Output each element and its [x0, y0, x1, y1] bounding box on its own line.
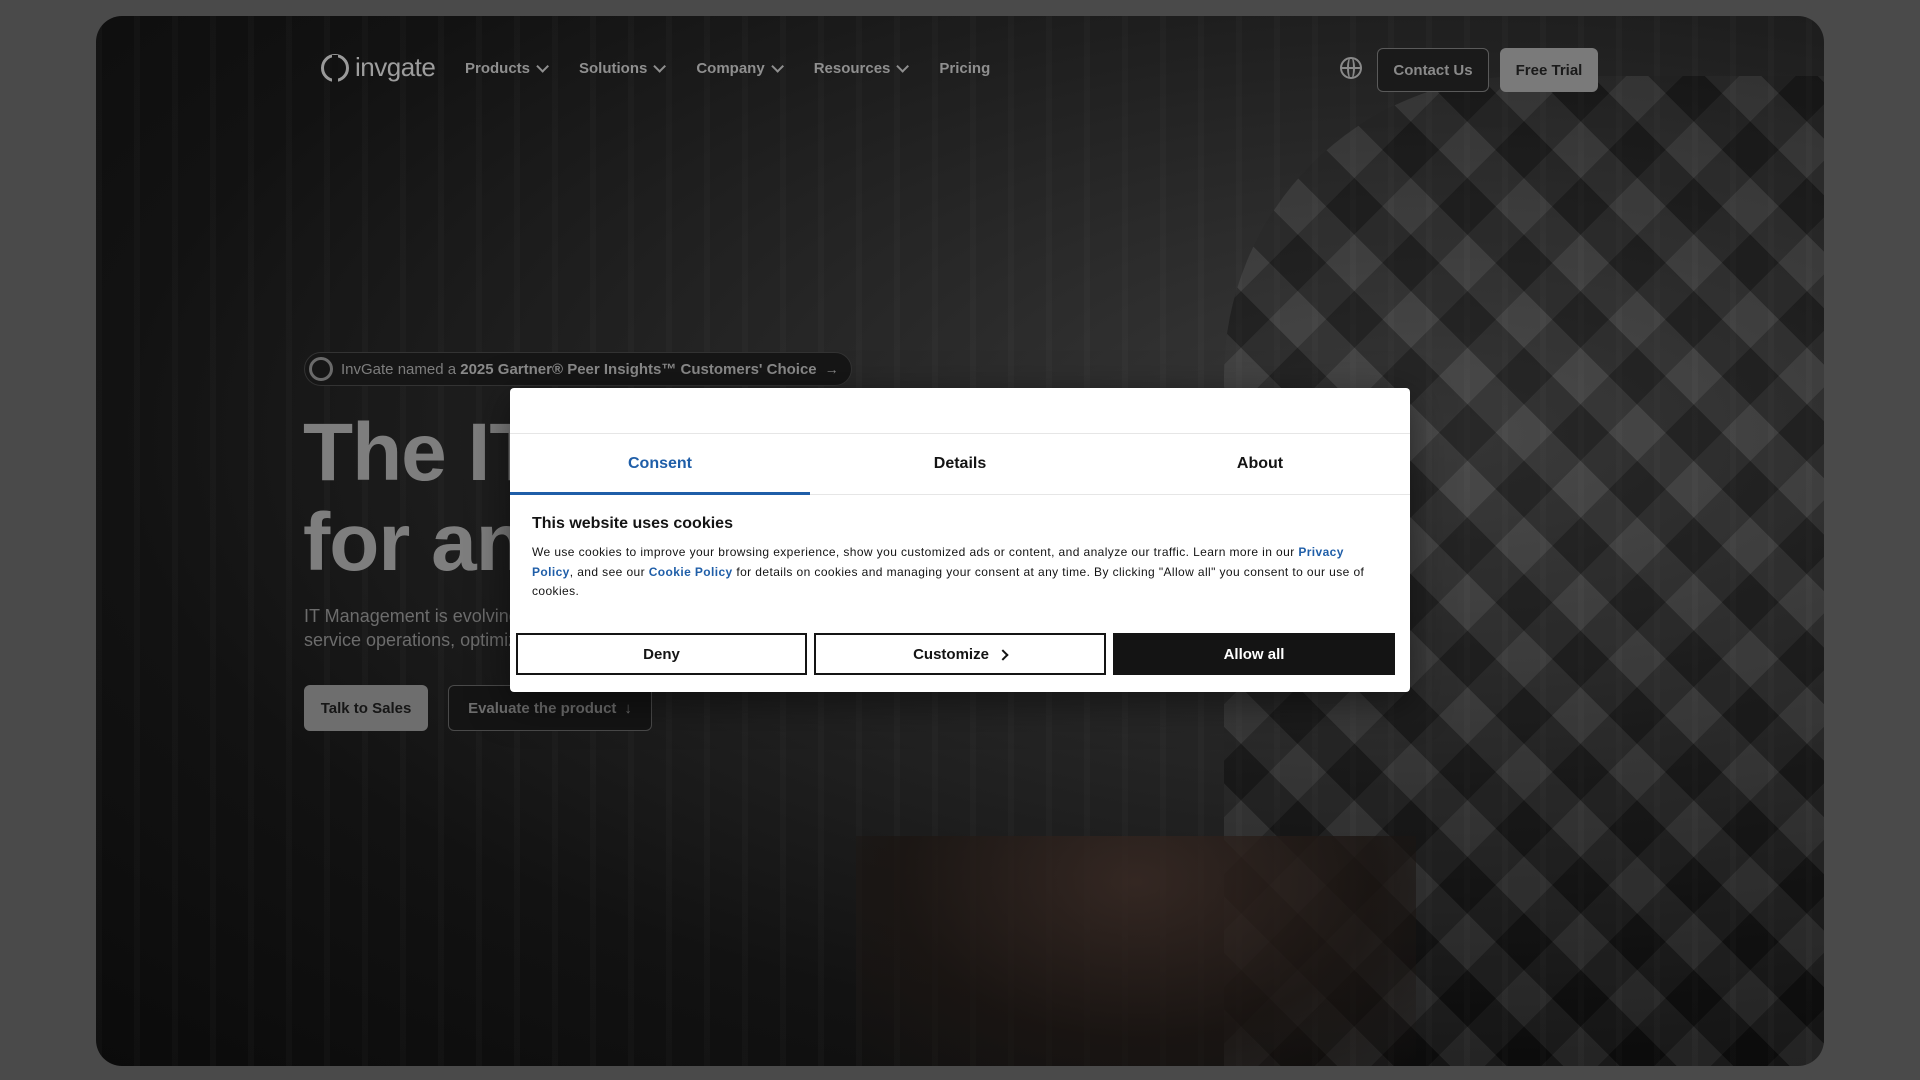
- invgate-logo[interactable]: invgate: [321, 52, 436, 83]
- free-trial-button[interactable]: Free Trial: [1500, 48, 1598, 92]
- dialog-content: This website uses cookies We use cookies…: [510, 495, 1410, 602]
- deny-button[interactable]: Deny: [516, 633, 807, 675]
- chevron-right-icon: [997, 649, 1009, 661]
- evaluate-label: Evaluate the product: [468, 699, 617, 717]
- chevron-down-icon: [770, 60, 784, 73]
- gartner-badge-link[interactable]: InvGate named a 2025 Gartner® Peer Insig…: [304, 352, 852, 386]
- description-text: We use cookies to improve your browsing …: [532, 545, 1299, 559]
- hero-subtitle: IT Management is evolving service operat…: [304, 604, 534, 652]
- chevron-down-icon: [536, 60, 550, 73]
- globe-icon[interactable]: [1340, 57, 1362, 79]
- menu-item-pricing[interactable]: Pricing: [939, 60, 990, 77]
- badge-prefix: InvGate named a: [341, 360, 461, 378]
- badge-highlight: 2025 Gartner® Peer Insights™ Customers' …: [460, 360, 817, 378]
- headline-line-1: The IT: [303, 407, 539, 498]
- menu-item-label: Solutions: [579, 60, 648, 77]
- menu-item-solutions[interactable]: Solutions: [579, 60, 667, 77]
- arrow-right-icon: →: [824, 361, 839, 377]
- menu-item-label: Resources: [813, 60, 891, 77]
- customize-button[interactable]: Customize: [814, 633, 1106, 675]
- talk-to-sales-button[interactable]: Talk to Sales: [304, 685, 428, 731]
- hero-headline: The IT for an: [303, 407, 539, 588]
- menu-item-label: Company: [696, 60, 765, 77]
- arrow-down-icon: ↓: [624, 699, 632, 717]
- menu-item-label: Products: [465, 60, 531, 77]
- logo-mark-icon: [321, 53, 349, 83]
- gartner-logo-icon: [309, 357, 333, 381]
- menu-item-resources[interactable]: Resources: [813, 60, 910, 77]
- allow-all-button[interactable]: Allow all: [1113, 633, 1395, 675]
- tab-about[interactable]: About: [1110, 434, 1410, 494]
- background-desk-image: [856, 836, 1416, 1066]
- headline-line-2: for an: [303, 497, 526, 588]
- cookie-policy-link[interactable]: Cookie Policy: [649, 565, 733, 579]
- chevron-down-icon: [896, 60, 910, 73]
- dialog-tabs: Consent Details About: [510, 434, 1410, 495]
- chevron-down-icon: [653, 60, 667, 73]
- subtitle-line-2: service operations, optimiz: [304, 630, 518, 650]
- subtitle-line-1: IT Management is evolving: [304, 606, 519, 626]
- contact-us-button[interactable]: Contact Us: [1377, 48, 1489, 92]
- tab-consent[interactable]: Consent: [510, 434, 810, 495]
- tab-details[interactable]: Details: [810, 434, 1110, 494]
- customize-label: Customize: [913, 645, 989, 663]
- top-navigation: invgate Products Solutions Company Resou…: [96, 48, 1824, 92]
- logo-text: invgate: [355, 52, 436, 82]
- dialog-actions: Deny Customize Allow all: [516, 633, 1395, 675]
- dialog-description: We use cookies to improve your browsing …: [532, 543, 1388, 602]
- menu-item-products[interactable]: Products: [465, 60, 550, 77]
- main-menu: Products Solutions Company Resources Pri…: [465, 60, 990, 77]
- cookie-consent-dialog: Consent Details About This website uses …: [510, 388, 1410, 692]
- dialog-title: This website uses cookies: [532, 515, 733, 532]
- menu-item-company[interactable]: Company: [696, 60, 784, 77]
- description-text: , and see our: [569, 564, 649, 579]
- dialog-header: [510, 388, 1410, 434]
- menu-item-label: Pricing: [939, 60, 991, 77]
- badge-text: InvGate named a 2025 Gartner® Peer Insig…: [341, 361, 817, 378]
